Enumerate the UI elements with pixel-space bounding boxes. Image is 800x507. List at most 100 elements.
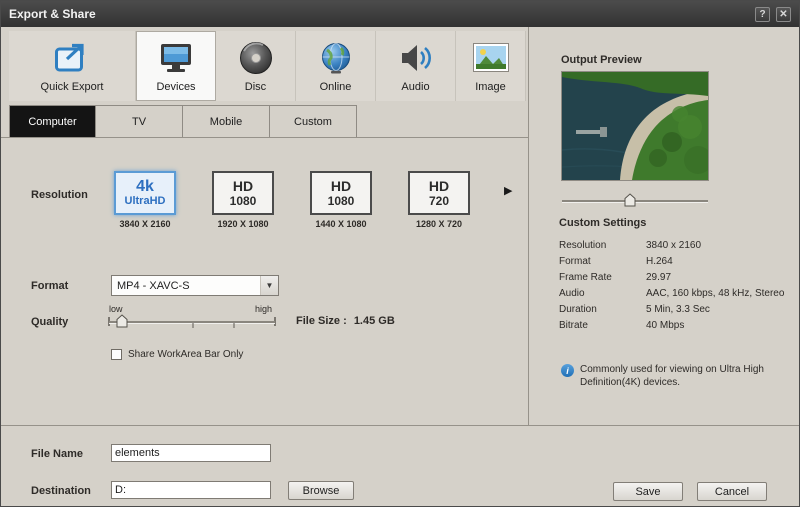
quality-slider-thumb[interactable]	[116, 314, 128, 328]
devices-icon	[158, 40, 194, 76]
file-name-label: File Name	[31, 448, 83, 460]
tab-label: Quick Export	[40, 80, 104, 93]
preview-slider[interactable]	[561, 193, 709, 209]
tab-online[interactable]: Online	[296, 31, 376, 101]
settings-value: 40 Mbps	[646, 320, 685, 331]
resolution-option-hd720[interactable]: HD 720	[408, 171, 470, 215]
help-icon[interactable]: ?	[755, 6, 770, 22]
browse-button[interactable]: Browse	[288, 481, 354, 500]
settings-key: Duration	[559, 304, 597, 315]
settings-value: 3840 x 2160	[646, 240, 702, 251]
resolution-card-line2: UltraHD	[124, 194, 166, 207]
footer-divider	[1, 425, 799, 426]
device-category-tabs: Computer TV Mobile Custom	[9, 105, 357, 138]
settings-value: 29.97	[646, 272, 672, 283]
tab-tv[interactable]: TV	[96, 105, 183, 138]
share-workarea-checkbox[interactable]	[111, 349, 122, 360]
save-button[interactable]: Save	[613, 482, 683, 501]
export-type-tabs: Quick Export Devices Disc Online Audio I…	[9, 31, 526, 101]
resolution-option-column: HD 720 1280 X 720	[408, 171, 470, 229]
custom-settings-title: Custom Settings	[559, 217, 647, 229]
resolution-label: Resolution	[31, 189, 88, 201]
preview-image	[561, 72, 712, 180]
export-share-dialog: Export & Share ? ✕ Quick Export Devices …	[0, 0, 800, 507]
settings-key: Audio	[559, 288, 585, 299]
quality-label: Quality	[31, 316, 69, 328]
file-size-label: File Size :	[296, 315, 347, 327]
tab-label: Audio	[401, 80, 430, 93]
tab-devices[interactable]: Devices	[136, 31, 216, 101]
titlebar: Export & Share ? ✕	[1, 1, 799, 27]
resolution-option-hd1080-1920[interactable]: HD 1080	[212, 171, 274, 215]
tab-disc[interactable]: Disc	[216, 31, 296, 101]
settings-key: Bitrate	[559, 320, 588, 331]
tab-underline	[1, 137, 528, 138]
tab-mobile[interactable]: Mobile	[183, 105, 270, 138]
usage-note: i Commonly used for viewing on Ultra Hig…	[561, 364, 789, 389]
settings-value: AAC, 160 kbps, 48 kHz, Stereo	[646, 288, 785, 299]
resolution-option-column: 4k UltraHD 3840 X 2160	[114, 171, 176, 229]
resolution-card-line2: 1080	[327, 193, 355, 208]
tab-label: TV	[131, 115, 147, 128]
resolution-card-subtitle: 1280 X 720	[415, 219, 463, 229]
resolution-card-line1: HD	[330, 177, 352, 194]
image-icon	[472, 40, 509, 76]
resolution-card-line2: 720	[428, 193, 450, 208]
dialog-title: Export & Share	[9, 7, 96, 21]
browse-button-label: Browse	[302, 484, 340, 497]
tab-audio[interactable]: Audio	[376, 31, 456, 101]
output-preview-thumbnail	[561, 71, 712, 181]
quality-slider[interactable]	[107, 313, 277, 331]
resolution-card-line1: HD	[428, 177, 450, 194]
settings-key: Format	[559, 256, 591, 267]
quick-export-icon	[54, 40, 90, 76]
output-preview-title: Output Preview	[561, 54, 642, 66]
tab-label: Online	[319, 80, 352, 93]
tab-image[interactable]: Image	[456, 31, 526, 101]
share-workarea-row: Share WorkArea Bar Only	[111, 349, 243, 360]
tab-label: Mobile	[209, 115, 243, 128]
chevron-down-icon: ▼	[260, 276, 278, 295]
resolution-option-column: HD 1080 1920 X 1080	[212, 171, 274, 229]
tab-label: Computer	[28, 115, 77, 128]
settings-value: 5 Min, 3.3 Sec	[646, 304, 710, 315]
settings-value: H.264	[646, 256, 673, 267]
disc-icon	[239, 40, 273, 76]
resolution-card-subtitle: 1440 X 1080	[315, 219, 367, 229]
tab-computer[interactable]: Computer	[9, 105, 96, 138]
destination-label: Destination	[31, 485, 91, 497]
tab-label: Custom	[294, 115, 332, 128]
save-button-label: Save	[635, 485, 661, 498]
tab-custom[interactable]: Custom	[270, 105, 357, 138]
file-name-input[interactable]	[111, 444, 271, 462]
settings-key: Frame Rate	[559, 272, 612, 283]
file-size: File Size : 1.45 GB	[296, 315, 395, 327]
tab-label: Image	[475, 80, 506, 93]
resolution-card-subtitle: 1920 X 1080	[217, 219, 269, 229]
file-size-value: 1.45 GB	[353, 315, 395, 327]
tab-label: Disc	[244, 80, 267, 93]
resolution-card-subtitle: 3840 X 2160	[119, 219, 171, 229]
resolution-card-line1: HD	[232, 177, 254, 194]
info-icon: i	[561, 364, 574, 377]
format-dropdown-value: MP4 - XAVC-S	[117, 279, 190, 292]
cancel-button[interactable]: Cancel	[697, 482, 767, 501]
resolution-option-hd1080-1440[interactable]: HD 1080	[310, 171, 372, 215]
online-icon	[319, 40, 353, 76]
resolution-card-line2: 1080	[229, 193, 257, 208]
format-label: Format	[31, 280, 69, 292]
panel-divider	[528, 27, 529, 425]
cancel-button-label: Cancel	[714, 485, 750, 498]
resolution-option-4k-ultrahd[interactable]: 4k UltraHD	[114, 171, 176, 215]
tab-label: Devices	[156, 80, 196, 93]
resolution-scroll-right-icon[interactable]: ▶	[504, 184, 512, 197]
share-workarea-label: Share WorkArea Bar Only	[128, 349, 244, 360]
audio-icon	[399, 40, 433, 76]
preview-slider-thumb[interactable]	[624, 193, 636, 207]
resolution-option-column: HD 1080 1440 X 1080	[310, 171, 372, 229]
resolution-card-line1: 4k	[136, 177, 154, 195]
destination-input[interactable]	[111, 481, 271, 499]
tab-quick-export[interactable]: Quick Export	[9, 31, 136, 101]
close-icon[interactable]: ✕	[776, 6, 791, 22]
format-dropdown[interactable]: MP4 - XAVC-S ▼	[111, 275, 279, 296]
